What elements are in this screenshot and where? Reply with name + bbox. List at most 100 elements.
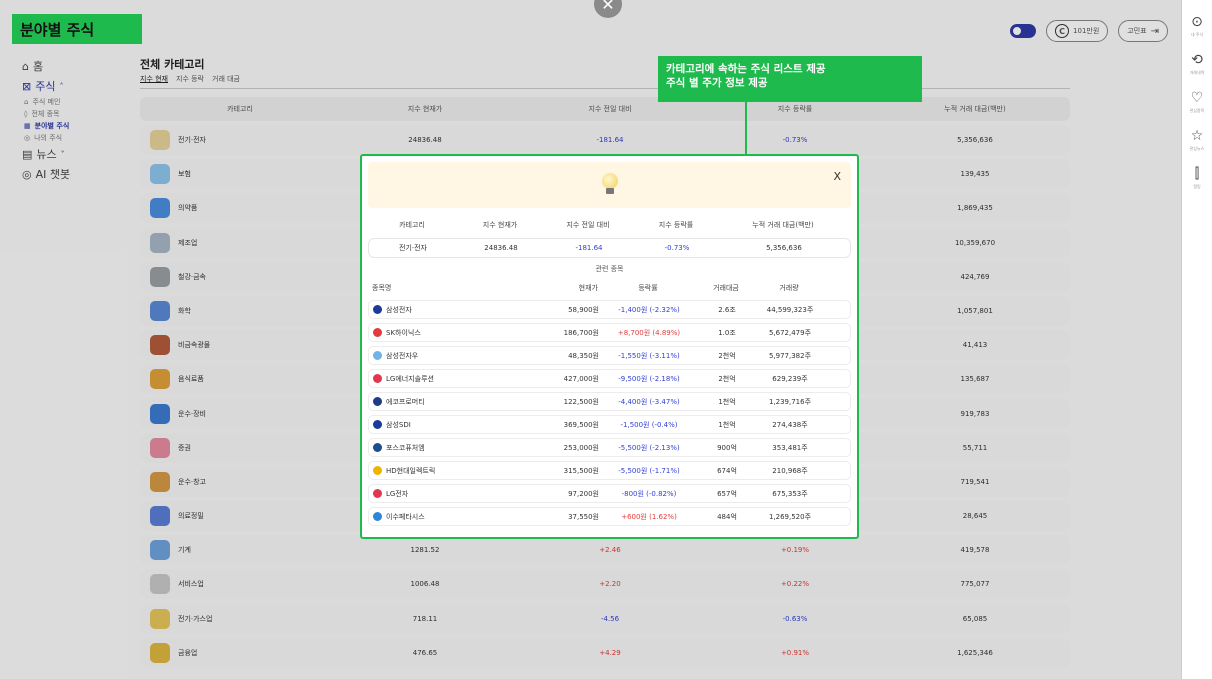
category-icon: [150, 335, 170, 356]
history-icon: ⟲: [1191, 52, 1203, 68]
category-icon: [150, 164, 170, 185]
grid-icon: ◊: [24, 110, 28, 118]
tab-index-change[interactable]: 지수 등락: [176, 74, 204, 84]
category-cell: 제조업: [140, 232, 340, 253]
chevron-up-icon: ˄: [59, 81, 64, 91]
category-cell: 증권: [140, 437, 340, 458]
sidebar-item-category-stocks[interactable]: ▦ 분야별 주식: [22, 120, 132, 132]
column-header: 종목명: [372, 284, 392, 292]
trade-volume: 424,769: [960, 272, 990, 281]
stock-volume: 274,438주: [772, 420, 808, 429]
summary-rate: -0.73%: [664, 244, 690, 252]
column-header: 카테고리: [227, 105, 253, 113]
table-row[interactable]: 전기·가스업 718.11 -4.56 -0.63% 65,085: [140, 603, 1070, 634]
alert-toggle[interactable]: [1010, 24, 1037, 38]
stock-row[interactable]: SK하이닉스 186,700원 +8,700원 (4.89%) 1.0조 5,6…: [368, 323, 851, 342]
points-pill[interactable]: C 101만원: [1046, 20, 1109, 42]
stock-amount: 484억: [717, 512, 737, 521]
stock-name-cell: HD현대일렉트릭: [369, 466, 529, 476]
logout-button[interactable]: 고민표 ⇥: [1118, 20, 1168, 42]
summary-price: 24836.48: [484, 244, 518, 252]
stock-name: 삼성SDI: [386, 420, 411, 429]
news-icon: ▤: [22, 147, 33, 161]
tab-index-price[interactable]: 지수 현재: [140, 74, 168, 84]
stock-price: 369,500원: [563, 420, 599, 429]
stock-row[interactable]: 삼성SDI 369,500원 -1,500원 (-0.4%) 1천억 274,4…: [368, 415, 851, 434]
column-header: 지수 등락률: [658, 221, 694, 229]
summary-category: 전기·전자: [399, 244, 427, 252]
trade-volume: 1,869,435: [957, 204, 993, 213]
category-cell: 서비스업: [140, 574, 340, 595]
column-header: 누적 거래 대금(백만): [944, 105, 1006, 113]
stock-price: 315,500원: [563, 466, 599, 475]
table-row[interactable]: 금융업 476.65 +4.29 +0.91% 1,625,346: [140, 637, 1070, 668]
sidebar-item-home[interactable]: ⌂ 홈: [22, 56, 132, 76]
stock-row[interactable]: 포스코퓨처엠 253,000원 -5,500원 (-2.13%) 900억 35…: [368, 438, 851, 457]
stock-row[interactable]: 삼성전자 58,900원 -1,400원 (-2.32%) 2.6조 44,59…: [368, 300, 851, 319]
home-icon: ⌂: [22, 59, 29, 73]
stock-amount: 1천억: [718, 397, 736, 406]
callout-line1: 카테고리에 속하는 주식 리스트 제공: [666, 63, 826, 75]
stock-row[interactable]: 삼성전자우 48,350원 -1,550원 (-3.11%) 2천억 5,977…: [368, 346, 851, 365]
table-row[interactable]: 기계 1281.52 +2.46 +0.19% 419,578: [140, 535, 1070, 566]
column-header: 등락률: [638, 284, 658, 292]
stock-row[interactable]: 이수페타시스 37,550원 +600원 (1.62%) 484억 1,269,…: [368, 507, 851, 526]
trade-volume: 55,711: [962, 443, 988, 452]
points-label: 101만원: [1073, 27, 1100, 35]
rail-item-favorites[interactable]: ♡ 관심종목: [1190, 90, 1205, 114]
index-change: -181.64: [596, 136, 624, 144]
stock-name: 에코프로머티: [386, 397, 425, 406]
company-logo-icon: [373, 305, 382, 314]
stock-volume: 353,481주: [772, 443, 808, 452]
trade-volume: 135,687: [960, 375, 990, 384]
index-rate: +0.91%: [780, 648, 810, 657]
close-icon[interactable]: ✕: [594, 0, 622, 18]
company-logo-icon: [373, 397, 382, 406]
sidebar-item-my-stocks[interactable]: ◎ 나의 주식: [22, 132, 132, 144]
category-name: 운수·창고: [178, 477, 206, 486]
chart-icon: ⊠: [22, 79, 32, 93]
sidebar-item-all-stocks[interactable]: ◊ 전체 종목: [22, 108, 132, 120]
tab-trade-amount[interactable]: 거래 대금: [212, 74, 240, 84]
sidebar-item-label: 전체 종목: [31, 110, 60, 118]
sidebar-item-news[interactable]: ▤ 뉴스 ˅: [22, 144, 132, 164]
column-header: 누적 거래 대금(백만): [752, 221, 814, 229]
category-cell: 비금속광물: [140, 335, 340, 356]
sidebar-item-stock[interactable]: ⊠ 주식 ˄: [22, 76, 132, 96]
table-row[interactable]: 전기·전자 24836.48 -181.64 -0.73% 5,356,636: [140, 125, 1070, 155]
category-cell: 기계: [140, 540, 340, 561]
company-logo-icon: [373, 489, 382, 498]
stock-row[interactable]: LG전자 97,200원 -800원 (-0.82%) 657억 675,353…: [368, 484, 851, 503]
index-change: +2.46: [599, 546, 621, 555]
lightbulb-icon: [601, 173, 619, 197]
stock-amount: 2천억: [718, 374, 736, 383]
company-logo-icon: [373, 512, 382, 521]
sidebar-item-ai-chatbot[interactable]: ◎ AI 챗봇: [22, 164, 132, 184]
rail-item-ranking[interactable]: ⫿ 랭킹: [1193, 166, 1200, 190]
chevron-down-icon: ˅: [60, 149, 65, 159]
stock-name-cell: 삼성SDI: [369, 420, 529, 430]
sidebar-item-stock-main[interactable]: ⌂ 주식 메인: [22, 96, 132, 108]
sidebar-item-label: 분야별 주식: [34, 122, 70, 130]
trade-volume: 28,645: [962, 512, 988, 521]
stock-row[interactable]: HD현대일렉트릭 315,500원 -5,500원 (-1.71%) 674억 …: [368, 461, 851, 480]
trade-volume: 5,356,636: [957, 136, 993, 144]
category-name: 전기·가스업: [178, 614, 213, 623]
table-row[interactable]: 서비스업 1006.48 +2.20 +0.22% 775,077: [140, 569, 1070, 600]
stock-row[interactable]: LG에너지솔루션 427,000원 -9,500원 (-2.18%) 2천억 6…: [368, 369, 851, 388]
modal-close-button[interactable]: X: [833, 170, 841, 183]
app-root: 분야별 주식 ✕ C 101만원 고민표 ⇥ ⌂ 홈 ⊠ 주식 ˄ ⌂ 주식 메…: [0, 0, 1212, 679]
category-cell: 운수·장비: [140, 403, 340, 424]
rail-item-my-stock[interactable]: ⊙ 내 주식: [1191, 14, 1203, 38]
stock-change: -1,500원 (-0.4%): [620, 420, 678, 429]
column-header: 지수 등락률: [777, 105, 813, 113]
stock-price: 48,350원: [568, 351, 599, 360]
stock-row[interactable]: 에코프로머티 122,500원 -4,400원 (-3.47%) 1천억 1,2…: [368, 392, 851, 411]
rail-item-news[interactable]: ☆ 관심뉴스: [1190, 128, 1205, 152]
rail-item-history[interactable]: ⟲ 거래내역: [1190, 52, 1205, 76]
stock-name: LG전자: [386, 489, 409, 498]
trade-volume: 1,625,346: [957, 648, 993, 657]
stock-volume: 210,968주: [772, 466, 808, 475]
index-price: 1006.48: [410, 580, 440, 589]
sidebar-item-label: 홈: [32, 60, 44, 73]
